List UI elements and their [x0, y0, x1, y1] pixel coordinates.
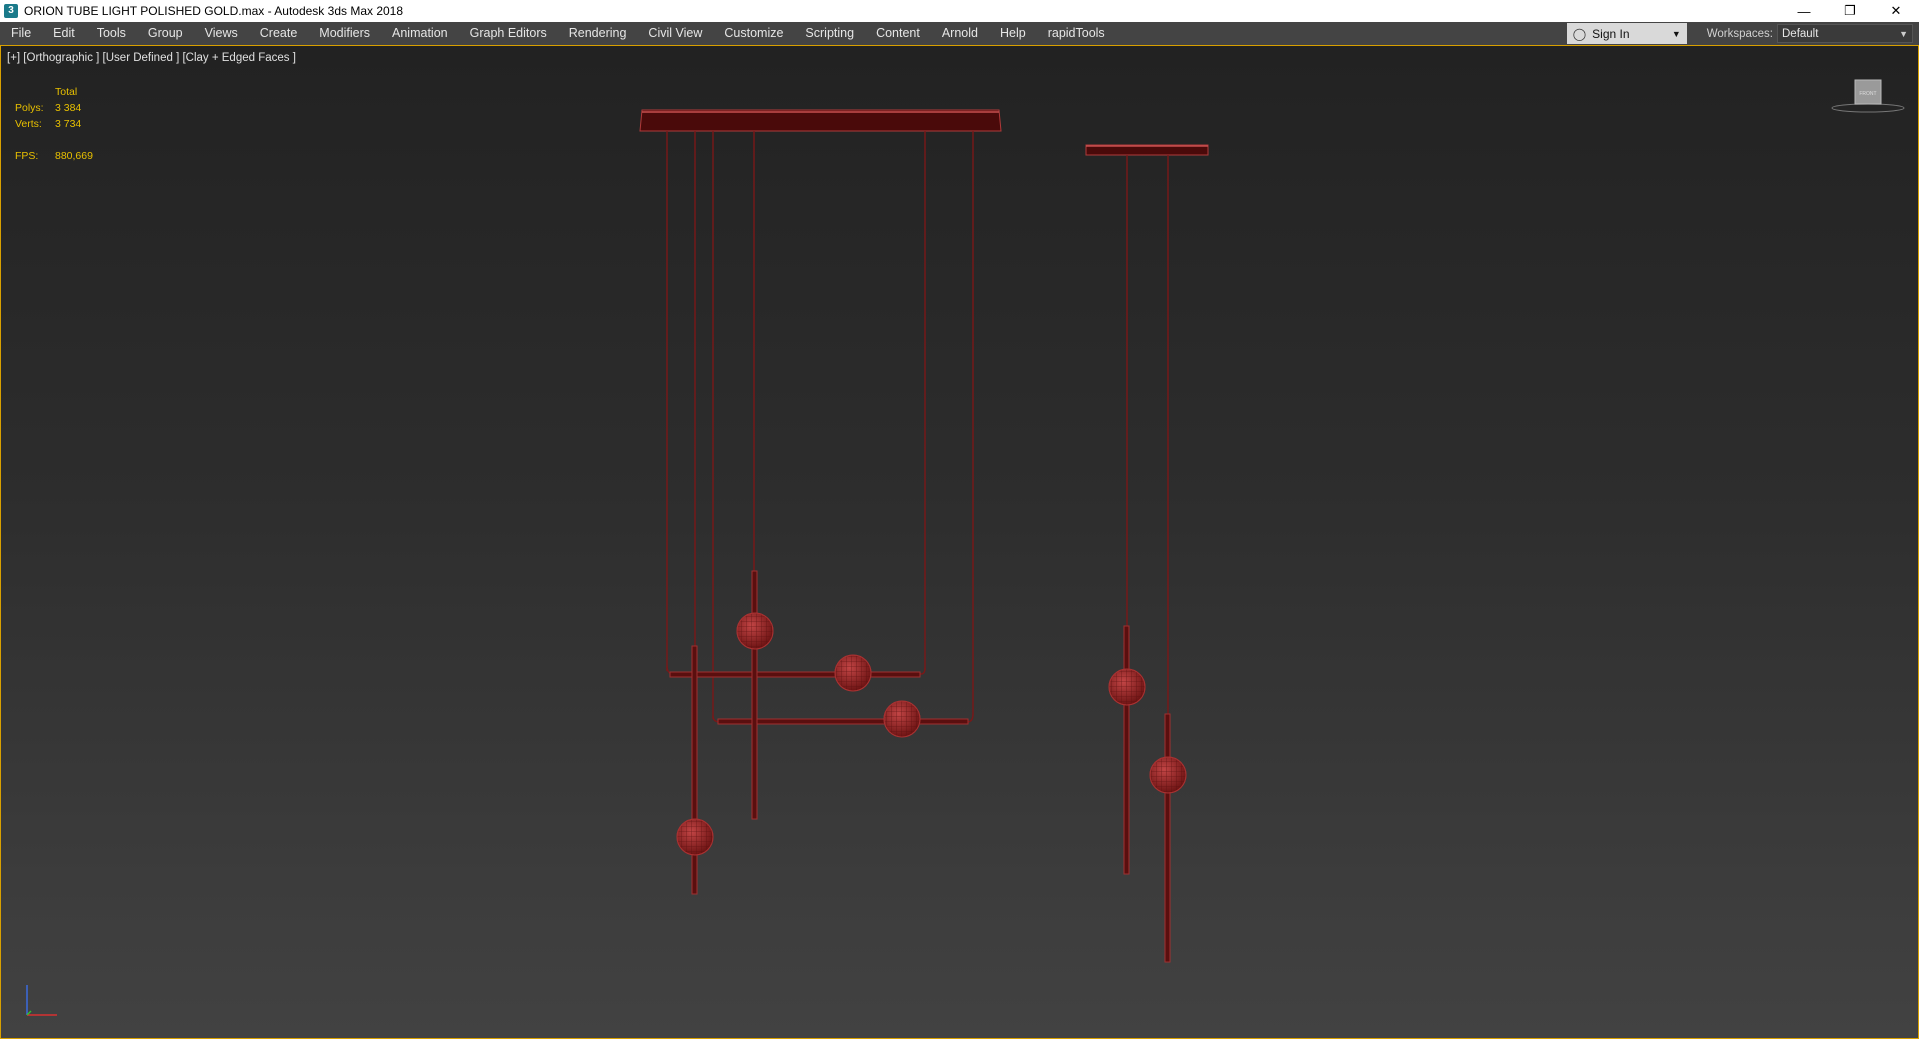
- minimize-button[interactable]: —: [1781, 0, 1827, 22]
- chevron-down-icon: ▼: [1899, 28, 1908, 39]
- menu-create[interactable]: Create: [249, 22, 309, 45]
- menu-arnold[interactable]: Arnold: [931, 22, 989, 45]
- window-controls: — ❐ ✕: [1781, 0, 1919, 22]
- window-title: ORION TUBE LIGHT POLISHED GOLD.max - Aut…: [24, 4, 404, 18]
- sign-in-button[interactable]: ◯ Sign In ▼: [1566, 23, 1687, 44]
- title-bar: 3 ORION TUBE LIGHT POLISHED GOLD.max - A…: [0, 0, 1919, 22]
- user-icon: ◯: [1572, 26, 1587, 41]
- menu-group[interactable]: Group: [137, 22, 194, 45]
- close-button[interactable]: ✕: [1873, 0, 1919, 22]
- menu-edit[interactable]: Edit: [42, 22, 86, 45]
- workspace-value: Default: [1782, 27, 1819, 40]
- left-fixture-tubes[interactable]: [669, 570, 969, 895]
- menu-scripting[interactable]: Scripting: [794, 22, 865, 45]
- viewcube-front-label: FRONT: [1859, 91, 1876, 97]
- right-fixture-wires: [1126, 155, 1169, 714]
- left-fixture-wires: [666, 131, 974, 723]
- menu-rendering[interactable]: Rendering: [558, 22, 638, 45]
- menu-views[interactable]: Views: [194, 22, 249, 45]
- menu-modifiers[interactable]: Modifiers: [308, 22, 381, 45]
- viewcube[interactable]: FRONT: [1828, 76, 1908, 126]
- sign-in-label: Sign In: [1592, 26, 1630, 41]
- axis-tripod-icon: [26, 985, 57, 1016]
- workspaces-label: Workspaces:: [1706, 27, 1773, 40]
- left-ceiling-canopy[interactable]: [639, 109, 1002, 132]
- restore-button[interactable]: ❐: [1827, 0, 1873, 22]
- app-window: 3 ORION TUBE LIGHT POLISHED GOLD.max - A…: [0, 0, 1919, 1039]
- right-ceiling-canopy[interactable]: [1085, 144, 1209, 156]
- menu-bar: File Edit Tools Group Views Create Modif…: [0, 22, 1919, 46]
- menu-content[interactable]: Content: [865, 22, 931, 45]
- menu-file[interactable]: File: [0, 22, 42, 45]
- menu-help[interactable]: Help: [989, 22, 1037, 45]
- workspaces-select[interactable]: Default ▼: [1777, 24, 1913, 43]
- menu-customize[interactable]: Customize: [713, 22, 794, 45]
- perspective-viewport[interactable]: [+] [Orthographic ] [User Defined ] [Cla…: [0, 46, 1919, 1039]
- menu-civil-view[interactable]: Civil View: [637, 22, 713, 45]
- 3ds-max-app-icon[interactable]: 3: [4, 4, 18, 18]
- chevron-down-icon: ▼: [1671, 28, 1681, 39]
- menu-animation[interactable]: Animation: [381, 22, 459, 45]
- scene-model[interactable]: [1, 46, 1918, 1038]
- menu-rapidtools[interactable]: rapidTools: [1037, 22, 1116, 45]
- menu-tools[interactable]: Tools: [86, 22, 137, 45]
- menu-graph-editors[interactable]: Graph Editors: [459, 22, 558, 45]
